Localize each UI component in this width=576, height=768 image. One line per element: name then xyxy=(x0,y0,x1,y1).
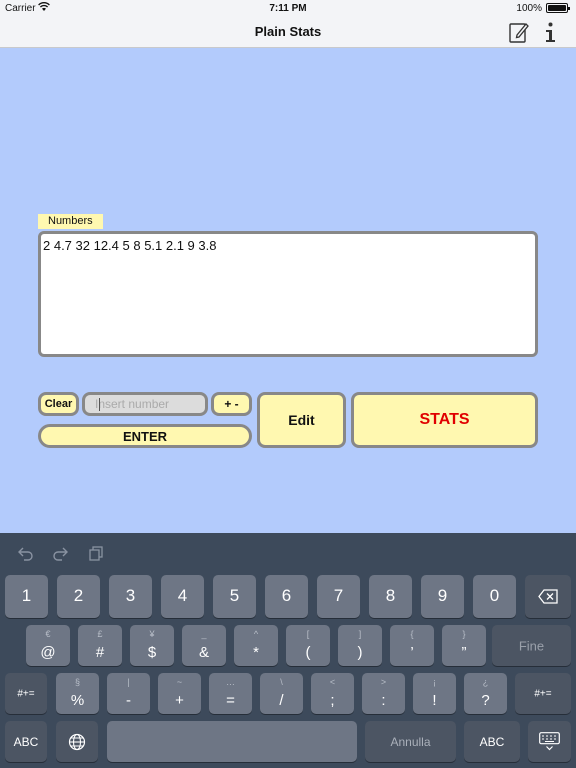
key-7[interactable]: 7 xyxy=(317,575,360,618)
edit-button[interactable]: Edit xyxy=(257,392,346,448)
key-2[interactable]: 2 xyxy=(57,575,100,618)
enter-button[interactable]: ENTER xyxy=(38,424,252,448)
text-caret xyxy=(99,398,100,411)
key-at[interactable]: € @ xyxy=(26,625,70,666)
redo-icon[interactable] xyxy=(52,545,68,561)
key-question[interactable]: ¿? xyxy=(464,673,507,714)
battery-percentage: 100% xyxy=(516,3,542,14)
undo-icon[interactable] xyxy=(18,545,34,561)
stats-button[interactable]: STATS xyxy=(351,392,538,448)
key-hash[interactable]: £ # xyxy=(78,625,122,666)
sign-toggle-button[interactable]: + - xyxy=(211,392,252,416)
space-key[interactable] xyxy=(107,721,357,762)
clear-button[interactable]: Clear xyxy=(38,392,79,416)
number-input[interactable]: Insert number xyxy=(82,392,208,416)
key-8[interactable]: 8 xyxy=(369,575,412,618)
done-key[interactable]: Fine xyxy=(492,625,571,666)
backspace-key[interactable] xyxy=(525,575,571,618)
key-4[interactable]: 4 xyxy=(161,575,204,618)
globe-key[interactable] xyxy=(56,721,98,762)
key-close-paren[interactable]: ]) xyxy=(338,625,382,666)
key-9[interactable]: 9 xyxy=(421,575,464,618)
number-input-placeholder: Insert number xyxy=(95,397,170,411)
dismiss-keyboard-key[interactable] xyxy=(528,721,571,762)
paste-icon[interactable] xyxy=(88,545,104,561)
battery-icon xyxy=(546,3,570,13)
navigation-bar: Plain Stats xyxy=(0,16,576,48)
key-semicolon[interactable]: <; xyxy=(311,673,354,714)
key-apostrophe[interactable]: {’ xyxy=(390,625,434,666)
key-colon[interactable]: >: xyxy=(362,673,405,714)
status-bar: Carrier 7:11 PM 100% xyxy=(0,0,576,16)
key-dollar[interactable]: ¥ $ xyxy=(130,625,174,666)
key-ampersand[interactable]: _ & xyxy=(182,625,226,666)
globe-icon xyxy=(68,733,86,751)
key-exclamation[interactable]: ¡! xyxy=(413,673,456,714)
abc-key-right[interactable]: ABC xyxy=(464,721,520,762)
key-6[interactable]: 6 xyxy=(265,575,308,618)
key-0[interactable]: 0 xyxy=(473,575,516,618)
key-minus[interactable]: | - xyxy=(107,673,150,714)
numbers-textarea[interactable]: 2 4.7 32 12.4 5 8 5.1 2.1 9 3.8 xyxy=(38,231,538,357)
cancel-key[interactable]: Annulla xyxy=(365,721,456,762)
info-icon[interactable] xyxy=(543,21,557,43)
page-title: Plain Stats xyxy=(254,24,322,39)
backspace-icon xyxy=(538,589,558,604)
key-quote[interactable]: }” xyxy=(442,625,486,666)
key-plus[interactable]: ~ + xyxy=(158,673,201,714)
abc-key-left[interactable]: ABC xyxy=(5,721,47,762)
keyboard-dismiss-icon xyxy=(539,732,560,751)
symbols-key-left[interactable]: #+= xyxy=(5,673,47,714)
key-slash[interactable]: \ / xyxy=(260,673,303,714)
key-5[interactable]: 5 xyxy=(213,575,256,618)
key-asterisk[interactable]: ^ * xyxy=(234,625,278,666)
numbers-label: Numbers xyxy=(38,214,103,229)
clock: 7:11 PM xyxy=(269,3,307,14)
key-percent[interactable]: §% xyxy=(56,673,99,714)
key-1[interactable]: 1 xyxy=(5,575,48,618)
keyboard: 1 2 3 4 5 6 7 8 9 0 € @ £ # ¥ $ _ & ^ * [( ])… xyxy=(0,533,576,768)
compose-icon[interactable] xyxy=(509,21,529,43)
key-3[interactable]: 3 xyxy=(109,575,152,618)
symbols-key-right[interactable]: #+= xyxy=(515,673,571,714)
key-equals[interactable]: … = xyxy=(209,673,252,714)
key-open-paren[interactable]: [( xyxy=(286,625,330,666)
